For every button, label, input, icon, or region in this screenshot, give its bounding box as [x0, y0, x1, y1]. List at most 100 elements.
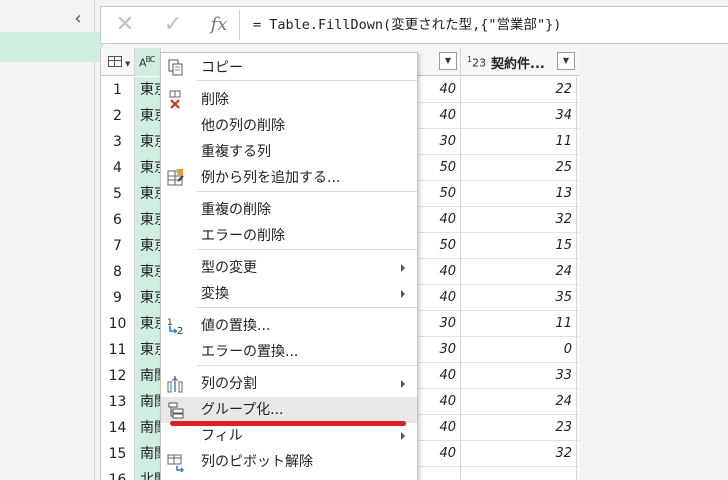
menu-item-unpivot[interactable]: 列のピボット解除 [161, 449, 417, 475]
menu-item-label: 他の列の削除 [201, 118, 285, 134]
cell-region[interactable]: 東京 [135, 181, 161, 207]
cell-value[interactable]: 40 [421, 259, 461, 285]
menu-item-fill[interactable]: フィル [161, 423, 417, 449]
cell-region[interactable]: 東京 [135, 129, 161, 155]
number-type-icon[interactable]: 123 [467, 55, 486, 70]
cell-region[interactable]: 南関 [135, 389, 161, 415]
cell-contracts[interactable]: 32 [461, 441, 577, 467]
cell-value[interactable]: 40 [421, 77, 461, 103]
menu-item-remove-errors[interactable]: エラーの削除 [161, 223, 417, 249]
cell-contracts[interactable]: 23 [461, 415, 577, 441]
cell-region[interactable]: 東京 [135, 207, 161, 233]
menu-item-duplicate[interactable]: 重複する列 [161, 139, 417, 165]
menu-item-delete-others[interactable]: 他の列の削除 [161, 113, 417, 139]
menu-item-change-type[interactable]: 型の変更 [161, 255, 417, 281]
cell-contracts[interactable]: 34 [461, 103, 577, 129]
cell-contracts[interactable]: 11 [461, 311, 577, 337]
cell-contracts[interactable]: 24 [461, 259, 577, 285]
menu-item-label: フィル [201, 428, 243, 444]
column-header-hidden[interactable]: ▼ [421, 48, 461, 76]
queries-pane: ‹ [0, 0, 103, 480]
menu-item-from-examples[interactable]: 例から列を追加する... [161, 165, 417, 191]
cell-contracts[interactable]: 11 [461, 129, 577, 155]
menu-item-group-by[interactable]: グループ化... [161, 397, 417, 423]
cell-contracts[interactable]: 0 [461, 337, 577, 363]
insert-function-button[interactable]: fx [197, 7, 241, 43]
cell-value[interactable]: 50 [421, 233, 461, 259]
column-filter-button[interactable]: ▼ [557, 52, 575, 70]
cell-value[interactable] [421, 467, 461, 480]
cell-value[interactable]: 40 [421, 207, 461, 233]
collapse-pane-chevron-icon[interactable]: ‹ [70, 10, 86, 28]
cell-value[interactable]: 40 [421, 441, 461, 467]
cell-contracts[interactable]: 22 [461, 77, 577, 103]
row-number[interactable]: 16 [101, 467, 135, 480]
cell-region[interactable]: 東京 [135, 259, 161, 285]
row-number[interactable]: 14 [101, 415, 135, 441]
cell-value[interactable]: 40 [421, 363, 461, 389]
submenu-arrow-icon [401, 264, 405, 272]
cell-value[interactable]: 30 [421, 129, 461, 155]
text-type-icon[interactable]: ABC [139, 55, 155, 70]
column-header-selected[interactable]: ABC [135, 48, 161, 76]
row-number[interactable]: 15 [101, 441, 135, 467]
cell-region[interactable]: 東京 [135, 77, 161, 103]
cell-region[interactable]: 南関 [135, 415, 161, 441]
menu-item-copy[interactable]: コピー [161, 55, 417, 81]
cell-value[interactable]: 40 [421, 389, 461, 415]
cell-region[interactable]: 東京 [135, 233, 161, 259]
formula-bar-divider [239, 10, 240, 40]
cell-contracts[interactable]: 35 [461, 285, 577, 311]
row-number[interactable]: 13 [101, 389, 135, 415]
row-number[interactable]: 8 [101, 259, 135, 285]
row-number[interactable]: 10 [101, 311, 135, 337]
menu-item-transform[interactable]: 変換 [161, 281, 417, 307]
row-number[interactable]: 9 [101, 285, 135, 311]
menu-item-split-column[interactable]: 列の分割 [161, 371, 417, 397]
cell-value[interactable]: 40 [421, 103, 461, 129]
menu-item-delete[interactable]: 削除 [161, 87, 417, 113]
row-number[interactable]: 11 [101, 337, 135, 363]
menu-item-remove-duplicates[interactable]: 重複の削除 [161, 197, 417, 223]
cell-value[interactable]: 30 [421, 337, 461, 363]
row-number[interactable]: 7 [101, 233, 135, 259]
row-number[interactable]: 3 [101, 129, 135, 155]
cell-value[interactable]: 50 [421, 181, 461, 207]
cell-region[interactable]: 東京 [135, 311, 161, 337]
table-menu-button[interactable]: ▼ [101, 48, 135, 76]
column-filter-button[interactable]: ▼ [439, 52, 457, 70]
formula-input[interactable]: = Table.FillDown(変更された型,{"営業部"}) [253, 7, 561, 43]
selected-query-item[interactable] [0, 32, 103, 62]
cell-value[interactable]: 40 [421, 285, 461, 311]
commit-formula-button[interactable]: ✓ [151, 7, 195, 43]
cell-value[interactable]: 30 [421, 311, 461, 337]
cell-contracts[interactable]: 15 [461, 233, 577, 259]
cell-region[interactable]: 東京 [135, 337, 161, 363]
cell-contracts[interactable]: 32 [461, 207, 577, 233]
cell-contracts[interactable]: 24 [461, 389, 577, 415]
row-number[interactable]: 5 [101, 181, 135, 207]
cell-value[interactable]: 40 [421, 415, 461, 441]
menu-separator [197, 191, 417, 192]
cell-region[interactable]: 東京 [135, 155, 161, 181]
cell-contracts[interactable] [461, 467, 577, 480]
cancel-formula-button[interactable]: ✕ [103, 7, 147, 43]
menu-item-replace-errors[interactable]: エラーの置換... [161, 339, 417, 365]
cell-region[interactable]: 南関 [135, 441, 161, 467]
cell-region[interactable]: 南関 [135, 363, 161, 389]
row-number[interactable]: 1 [101, 77, 135, 103]
column-header-contracts[interactable]: 123 契約件... ▼ [461, 48, 581, 76]
cell-contracts[interactable]: 33 [461, 363, 577, 389]
cell-contracts[interactable]: 25 [461, 155, 577, 181]
submenu-arrow-icon [401, 380, 405, 388]
cell-region[interactable]: 北関 [135, 467, 161, 480]
cell-value[interactable]: 50 [421, 155, 461, 181]
row-number[interactable]: 12 [101, 363, 135, 389]
row-number[interactable]: 4 [101, 155, 135, 181]
menu-item-replace-values[interactable]: 1 2 値の置換... [161, 313, 417, 339]
cell-contracts[interactable]: 13 [461, 181, 577, 207]
row-number[interactable]: 2 [101, 103, 135, 129]
cell-region[interactable]: 東京 [135, 285, 161, 311]
cell-region[interactable]: 東京 [135, 103, 161, 129]
row-number[interactable]: 6 [101, 207, 135, 233]
